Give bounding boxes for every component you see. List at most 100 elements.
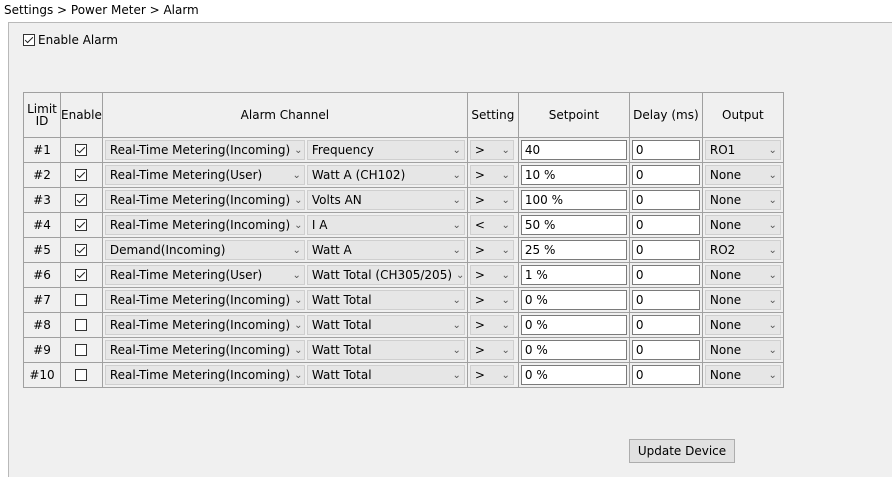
parameter-dropdown[interactable]: Watt Total ⌄ [306,290,465,310]
parameter-dropdown[interactable]: Watt Total (CH305/205) ⌄ [306,265,465,285]
parameter-value: Watt A [311,243,352,257]
delay-cell: 0 [628,312,703,338]
chevron-down-icon: ⌄ [501,219,510,231]
parameter-dropdown[interactable]: I A ⌄ [306,215,465,235]
setting-dropdown[interactable]: > ⌄ [469,140,514,160]
row-enable-checkbox[interactable] [75,169,88,181]
row-enable-checkbox[interactable] [75,369,88,381]
output-dropdown[interactable]: None ⌄ [704,165,781,185]
setpoint-input[interactable]: 0 % [520,315,627,335]
limit-id-cell: #10 [23,362,61,388]
alarm-channel-cell: Demand(Incoming) ⌄ Watt A ⌄ [101,237,468,263]
alarm-channel-cell: Real-Time Metering(Incoming) ⌄ I A ⌄ [101,212,468,238]
delay-input[interactable]: 0 [631,190,700,210]
delay-input[interactable]: 0 [631,140,700,160]
source-dropdown[interactable]: Real-Time Metering(Incoming) ⌄ [104,215,305,235]
source-dropdown[interactable]: Real-Time Metering(Incoming) ⌄ [104,340,305,360]
parameter-dropdown[interactable]: Volts AN ⌄ [306,190,465,210]
parameter-dropdown[interactable]: Watt A (CH102) ⌄ [306,165,465,185]
setting-dropdown[interactable]: > ⌄ [469,265,514,285]
chevron-down-icon: ⌄ [768,294,777,306]
enable-alarm-label: Enable Alarm [38,33,118,47]
setting-dropdown[interactable]: > ⌄ [469,190,514,210]
setpoint-input[interactable]: 40 [520,140,627,160]
parameter-value: Watt Total [311,318,372,332]
delay-input[interactable]: 0 [631,240,700,260]
setting-dropdown[interactable]: > ⌄ [469,365,514,385]
output-dropdown[interactable]: None ⌄ [704,340,781,360]
output-dropdown[interactable]: None ⌄ [704,290,781,310]
limit-id-cell: #5 [23,237,61,263]
parameter-dropdown[interactable]: Watt Total ⌄ [306,340,465,360]
setpoint-input[interactable]: 1 % [520,265,627,285]
delay-input[interactable]: 0 [631,315,700,335]
setting-dropdown[interactable]: > ⌄ [469,165,514,185]
output-dropdown[interactable]: RO2 ⌄ [704,240,781,260]
output-value: None [709,268,742,282]
setting-dropdown[interactable]: > ⌄ [469,290,514,310]
parameter-dropdown[interactable]: Watt Total ⌄ [306,315,465,335]
row-enable-checkbox[interactable] [75,294,88,306]
setpoint-cell: 50 % [517,212,630,238]
delay-input[interactable]: 0 [631,215,700,235]
parameter-value: Watt Total (CH305/205) [311,268,453,282]
setting-cell: < ⌄ [466,212,519,238]
row-enable-checkbox[interactable] [75,319,88,331]
chevron-down-icon: ⌄ [768,219,777,231]
setting-dropdown[interactable]: > ⌄ [469,315,514,335]
table-row: #7 Real-Time Metering(Incoming) ⌄ Watt T… [23,287,784,313]
row-enable-checkbox[interactable] [75,219,88,231]
setpoint-input[interactable]: 100 % [520,190,627,210]
delay-input[interactable]: 0 [631,290,700,310]
table-row: #8 Real-Time Metering(Incoming) ⌄ Watt T… [23,312,784,338]
update-device-button[interactable]: Update Device [629,439,735,463]
source-dropdown[interactable]: Real-Time Metering(Incoming) ⌄ [104,140,305,160]
setpoint-cell: 0 % [517,287,630,313]
delay-input[interactable]: 0 [631,365,700,385]
chevron-down-icon: ⌄ [452,194,461,206]
row-enable-checkbox[interactable] [75,269,88,281]
source-dropdown[interactable]: Real-Time Metering(Incoming) ⌄ [104,190,305,210]
setting-dropdown[interactable]: > ⌄ [469,240,514,260]
output-dropdown[interactable]: None ⌄ [704,215,781,235]
enable-alarm-checkbox[interactable] [23,34,35,46]
row-enable-checkbox[interactable] [75,244,88,256]
source-dropdown[interactable]: Demand(Incoming) ⌄ [104,240,305,260]
parameter-dropdown[interactable]: Watt Total ⌄ [306,365,465,385]
setpoint-input[interactable]: 25 % [520,240,627,260]
setting-cell: > ⌄ [466,187,519,213]
output-dropdown[interactable]: None ⌄ [704,265,781,285]
setpoint-input[interactable]: 0 % [520,290,627,310]
enable-alarm-toggle[interactable]: Enable Alarm [23,33,118,47]
delay-input[interactable]: 0 [631,165,700,185]
output-value: None [709,193,742,207]
row-enable-checkbox[interactable] [75,194,88,206]
parameter-dropdown[interactable]: Frequency ⌄ [306,140,465,160]
setting-dropdown[interactable]: < ⌄ [469,215,514,235]
parameter-value: Watt Total [311,368,372,382]
setpoint-input[interactable]: 0 % [520,365,627,385]
setpoint-input[interactable]: 10 % [520,165,627,185]
source-dropdown[interactable]: Real-Time Metering(Incoming) ⌄ [104,315,305,335]
setting-dropdown[interactable]: > ⌄ [469,340,514,360]
setpoint-input[interactable]: 0 % [520,340,627,360]
chevron-down-icon: ⌄ [452,294,461,306]
output-dropdown[interactable]: RO1 ⌄ [704,140,781,160]
setpoint-input[interactable]: 50 % [520,215,627,235]
row-enable-checkbox[interactable] [75,144,88,156]
output-dropdown[interactable]: None ⌄ [704,365,781,385]
output-dropdown[interactable]: None ⌄ [704,190,781,210]
output-value: None [709,318,742,332]
delay-input[interactable]: 0 [631,265,700,285]
source-dropdown[interactable]: Real-Time Metering(User) ⌄ [104,265,305,285]
output-dropdown[interactable]: None ⌄ [704,315,781,335]
limit-id-cell: #2 [23,162,61,188]
source-dropdown[interactable]: Real-Time Metering(Incoming) ⌄ [104,365,305,385]
enable-cell [60,212,103,238]
source-dropdown[interactable]: Real-Time Metering(User) ⌄ [104,165,305,185]
row-enable-checkbox[interactable] [75,344,88,356]
source-dropdown[interactable]: Real-Time Metering(Incoming) ⌄ [104,290,305,310]
limit-id-cell: #3 [23,187,61,213]
parameter-dropdown[interactable]: Watt A ⌄ [306,240,465,260]
delay-input[interactable]: 0 [631,340,700,360]
